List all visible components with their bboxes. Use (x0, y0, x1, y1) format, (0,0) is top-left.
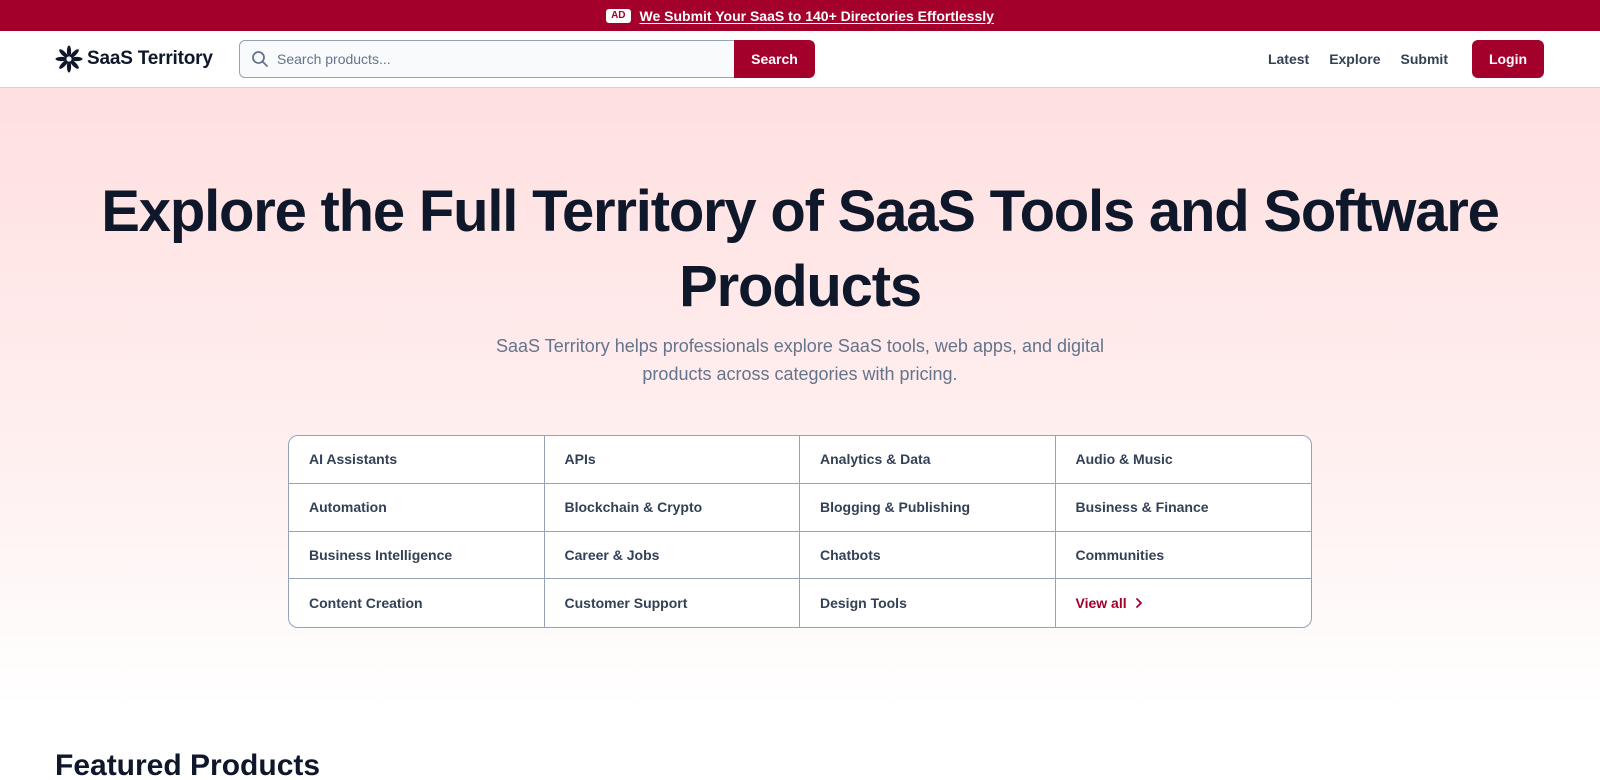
hero-subtitle: SaaS Territory helps professionals explo… (495, 336, 1105, 384)
search-box (239, 40, 734, 78)
search-icon (252, 51, 268, 67)
logo-text: SaaS Territory (87, 48, 213, 69)
category-item[interactable]: Career & Jobs (544, 531, 800, 580)
logo-link[interactable]: SaaS Territory (55, 42, 213, 76)
featured-products-heading: Featured Products (55, 749, 321, 780)
search-input[interactable] (277, 51, 697, 67)
category-item[interactable]: AI Assistants (289, 436, 545, 484)
login-button[interactable]: Login (1472, 40, 1544, 78)
category-item[interactable]: Content Creation (289, 579, 545, 627)
site-header: SaaS Territory Search Latest Explore Sub… (0, 31, 1600, 88)
category-item[interactable]: Communities (1055, 532, 1311, 580)
category-grid: AI Assistants APIs Analytics & Data Audi… (288, 435, 1312, 628)
category-item[interactable]: APIs (544, 436, 800, 484)
category-item[interactable]: Design Tools (800, 579, 1056, 627)
view-all-link[interactable]: View all (1056, 579, 1312, 627)
category-item[interactable]: Customer Support (545, 579, 800, 627)
hero-title: Explore the Full Territory of SaaS Tools… (101, 179, 1500, 319)
flower-star-icon (55, 45, 83, 73)
search-button[interactable]: Search (734, 40, 815, 78)
category-item[interactable]: Business & Finance (1055, 484, 1311, 532)
ad-badge: AD (606, 8, 631, 23)
main-nav: Latest Explore Submit Login (1268, 40, 1544, 78)
chevron-right-icon (1135, 598, 1142, 609)
category-item[interactable]: Blockchain & Crypto (544, 483, 800, 532)
category-item[interactable]: Blogging & Publishing (800, 483, 1056, 532)
nav-submit[interactable]: Submit (1401, 51, 1448, 67)
ad-link[interactable]: We Submit Your SaaS to 140+ Directories … (640, 8, 994, 24)
view-all-label: View all (1075, 595, 1127, 612)
hero-section: Explore the Full Territory of SaaS Tools… (0, 88, 1600, 708)
category-item[interactable]: Analytics & Data (800, 436, 1056, 484)
search-bar: Search (239, 40, 815, 78)
nav-explore[interactable]: Explore (1329, 51, 1380, 67)
ad-banner: AD We Submit Your SaaS to 140+ Directori… (0, 0, 1600, 31)
nav-latest[interactable]: Latest (1268, 51, 1309, 67)
category-item[interactable]: Business Intelligence (289, 531, 545, 580)
category-item[interactable]: Chatbots (800, 531, 1056, 580)
category-item[interactable]: Audio & Music (1055, 436, 1311, 484)
category-item[interactable]: Automation (289, 483, 545, 532)
